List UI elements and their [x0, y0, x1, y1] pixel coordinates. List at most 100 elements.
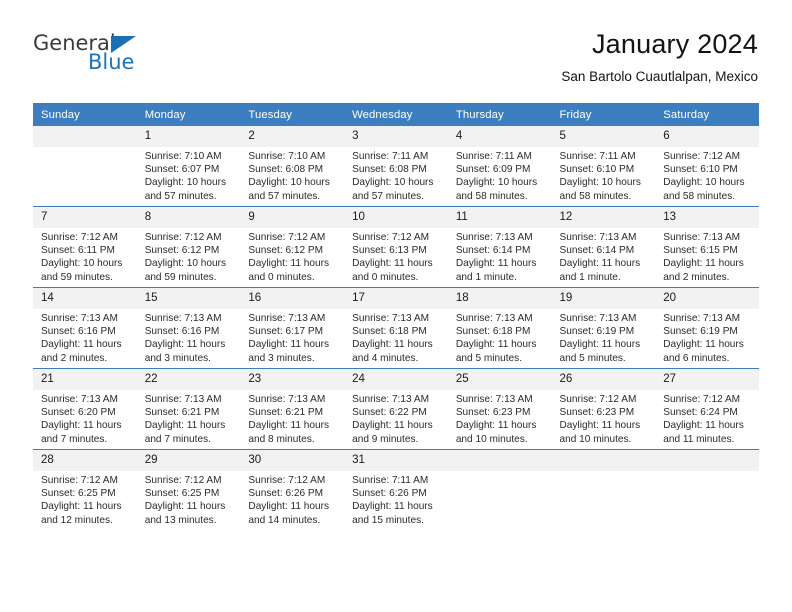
- calendar-day-cell[interactable]: 4 Sunrise: 7:11 AM Sunset: 6:09 PM Daylight…: [447, 126, 552, 207]
- sunrise-text: Sunrise: 7:12 AM: [41, 232, 118, 243]
- day-sun-info: Sunrise: 7:13 AM Sunset: 6:22 PM Daylight:…: [344, 390, 448, 446]
- sunrise-text: Sunrise: 7:13 AM: [144, 313, 222, 324]
- calendar-day-cell[interactable]: 30 Sunrise: 7:12 AM Sunset: 6:26 PM Dayligh…: [240, 449, 345, 530]
- weekday-header-tuesday: Tuesday: [240, 103, 345, 126]
- calendar-week-row: 14 Sunrise: 7:13 AM Sunset: 6:16 PM Dayligh…: [33, 287, 759, 369]
- calendar-day-cell[interactable]: 18 Sunrise: 7:13 AM Sunset: 6:18 PM Dayligh…: [447, 287, 552, 369]
- sunset-text: Sunset: 6:20 PM: [41, 407, 116, 419]
- day-number: 23: [240, 369, 345, 390]
- sunrise-text: Sunrise: 7:13 AM: [663, 313, 741, 324]
- page-title: January 2024: [591, 29, 758, 59]
- daylight-text-line2: and 5 minutes.: [559, 352, 626, 364]
- daylight-text-line1: Daylight: 11 hours: [144, 339, 226, 351]
- day-number: [655, 450, 759, 471]
- calendar-day-cell[interactable]: 10 Sunrise: 7:12 AM Sunset: 6:13 PM Dayligh…: [344, 206, 448, 288]
- sunset-text: Sunset: 6:25 PM: [41, 488, 116, 500]
- calendar-day-cell[interactable]: 11 Sunrise: 7:13 AM Sunset: 6:14 PM Dayligh…: [447, 206, 552, 288]
- calendar-week-row: 7 Sunrise: 7:12 AM Sunset: 6:11 PM Daylight…: [33, 206, 759, 288]
- day-sun-info: Sunrise: 7:12 AM Sunset: 6:11 PM Daylight:…: [33, 228, 137, 284]
- daylight-text-line1: Daylight: 11 hours: [248, 501, 330, 513]
- calendar-day-cell[interactable]: 25 Sunrise: 7:13 AM Sunset: 6:23 PM Dayligh…: [447, 368, 552, 450]
- calendar-day-cell[interactable]: 3 Sunrise: 7:11 AM Sunset: 6:08 PM Daylight…: [344, 126, 448, 207]
- sunrise-text: Sunrise: 7:13 AM: [559, 313, 637, 324]
- daylight-text-line1: Daylight: 11 hours: [559, 339, 641, 351]
- calendar-day-cell[interactable]: 28 Sunrise: 7:12 AM Sunset: 6:25 PM Dayligh…: [33, 449, 137, 530]
- sunset-text: Sunset: 6:12 PM: [248, 245, 324, 257]
- calendar-body: 1 Sunrise: 7:10 AM Sunset: 6:07 PM Daylight…: [33, 126, 759, 530]
- calendar-day-cell[interactable]: 9 Sunrise: 7:12 AM Sunset: 6:12 PM Daylight…: [240, 206, 345, 288]
- calendar-day-cell[interactable]: 22 Sunrise: 7:13 AM Sunset: 6:21 PM Dayligh…: [136, 368, 241, 450]
- day-sun-info: Sunrise: 7:12 AM Sunset: 6:12 PM Daylight:…: [137, 228, 241, 284]
- calendar-day-cell[interactable]: 1 Sunrise: 7:10 AM Sunset: 6:07 PM Daylight…: [136, 126, 241, 207]
- day-number: 22: [136, 369, 241, 390]
- day-number: 10: [344, 207, 448, 228]
- calendar-day-cell[interactable]: 31 Sunrise: 7:11 AM Sunset: 6:26 PM Dayligh…: [344, 449, 448, 530]
- day-number: 21: [33, 369, 137, 390]
- day-sun-info: Sunrise: 7:13 AM Sunset: 6:16 PM Daylight:…: [33, 309, 137, 365]
- calendar-day-cell[interactable]: 17 Sunrise: 7:13 AM Sunset: 6:18 PM Dayligh…: [344, 287, 448, 369]
- daylight-text-line1: Daylight: 11 hours: [455, 339, 537, 351]
- calendar-day-cell[interactable]: 2 Sunrise: 7:10 AM Sunset: 6:08 PM Daylight…: [240, 126, 345, 207]
- sunrise-text: Sunrise: 7:12 AM: [663, 394, 741, 405]
- weekday-header-thursday: Thursday: [447, 103, 552, 126]
- title-block: January 2024 San Bartolo Cuautlalpan, Me…: [561, 28, 758, 85]
- day-number: 4: [447, 126, 552, 147]
- daylight-text-line2: and 58 minutes.: [559, 190, 632, 202]
- day-number: [447, 450, 552, 471]
- calendar-day-cell[interactable]: 16 Sunrise: 7:13 AM Sunset: 6:17 PM Dayligh…: [240, 287, 345, 369]
- daylight-text-line1: Daylight: 11 hours: [41, 501, 122, 513]
- day-sun-info: Sunrise: 7:12 AM Sunset: 6:25 PM Daylight:…: [137, 471, 241, 527]
- calendar-day-cell[interactable]: 23 Sunrise: 7:13 AM Sunset: 6:21 PM Dayligh…: [240, 368, 345, 450]
- day-sun-info: Sunrise: 7:12 AM Sunset: 6:12 PM Daylight:…: [240, 228, 344, 284]
- daylight-text-line2: and 0 minutes.: [248, 271, 315, 283]
- calendar-day-cell[interactable]: 6 Sunrise: 7:12 AM Sunset: 6:10 PM Daylight…: [655, 126, 759, 207]
- day-number: 25: [447, 369, 552, 390]
- day-number: 5: [551, 126, 656, 147]
- day-number: 31: [344, 450, 448, 471]
- sunset-text: Sunset: 6:21 PM: [248, 407, 324, 419]
- sunrise-text: Sunrise: 7:10 AM: [144, 151, 222, 162]
- page-header: General Blue January 2024 San Bartolo Cu…: [0, 0, 792, 100]
- daylight-text-line2: and 58 minutes.: [455, 190, 528, 202]
- calendar-day-cell[interactable]: 24 Sunrise: 7:13 AM Sunset: 6:22 PM Dayligh…: [344, 368, 448, 450]
- calendar-day-cell[interactable]: 19 Sunrise: 7:13 AM Sunset: 6:19 PM Dayligh…: [551, 287, 656, 369]
- sunrise-text: Sunrise: 7:10 AM: [248, 151, 326, 162]
- calendar-day-cell[interactable]: 26 Sunrise: 7:12 AM Sunset: 6:23 PM Dayligh…: [551, 368, 656, 450]
- daylight-text-line1: Daylight: 11 hours: [663, 420, 744, 432]
- day-sun-info: Sunrise: 7:10 AM Sunset: 6:07 PM Daylight:…: [137, 147, 241, 203]
- calendar-day-cell[interactable]: 14 Sunrise: 7:13 AM Sunset: 6:16 PM Dayligh…: [33, 287, 137, 369]
- day-number: 7: [33, 207, 137, 228]
- calendar-day-cell[interactable]: 12 Sunrise: 7:13 AM Sunset: 6:14 PM Dayligh…: [551, 206, 656, 288]
- daylight-text-line2: and 7 minutes.: [41, 433, 108, 445]
- calendar-day-cell[interactable]: 5 Sunrise: 7:11 AM Sunset: 6:10 PM Daylight…: [551, 126, 656, 207]
- calendar-day-cell[interactable]: 15 Sunrise: 7:13 AM Sunset: 6:16 PM Dayligh…: [136, 287, 241, 369]
- day-sun-info: Sunrise: 7:12 AM Sunset: 6:26 PM Daylight:…: [240, 471, 344, 527]
- daylight-text-line1: Daylight: 10 hours: [144, 258, 227, 270]
- calendar-day-cell[interactable]: 27 Sunrise: 7:12 AM Sunset: 6:24 PM Dayligh…: [655, 368, 759, 450]
- sunrise-text: Sunrise: 7:12 AM: [352, 232, 429, 243]
- calendar-day-cell[interactable]: 7 Sunrise: 7:12 AM Sunset: 6:11 PM Daylight…: [33, 206, 137, 288]
- sunrise-text: Sunrise: 7:11 AM: [352, 475, 429, 486]
- calendar-day-cell[interactable]: 29 Sunrise: 7:12 AM Sunset: 6:25 PM Dayligh…: [136, 449, 241, 530]
- calendar-day-cell[interactable]: 20 Sunrise: 7:13 AM Sunset: 6:19 PM Dayligh…: [655, 287, 759, 369]
- day-sun-info: Sunrise: 7:13 AM Sunset: 6:17 PM Daylight:…: [240, 309, 344, 365]
- weekday-header-wednesday: Wednesday: [344, 103, 448, 126]
- sunset-text: Sunset: 6:23 PM: [559, 407, 635, 419]
- sunset-text: Sunset: 6:19 PM: [559, 326, 635, 338]
- general-blue-logo[interactable]: General Blue: [33, 33, 233, 83]
- daylight-text-line2: and 7 minutes.: [144, 433, 211, 445]
- daylight-text-line1: Daylight: 10 hours: [455, 177, 538, 189]
- daylight-text-line1: Daylight: 11 hours: [352, 420, 433, 432]
- calendar-day-cell[interactable]: 13 Sunrise: 7:13 AM Sunset: 6:15 PM Dayligh…: [655, 206, 759, 288]
- day-sun-info: Sunrise: 7:10 AM Sunset: 6:08 PM Daylight:…: [240, 147, 344, 203]
- calendar-day-cell[interactable]: 8 Sunrise: 7:12 AM Sunset: 6:12 PM Daylight…: [136, 206, 241, 288]
- sunrise-text: Sunrise: 7:13 AM: [248, 394, 326, 405]
- daylight-text-line1: Daylight: 11 hours: [455, 258, 537, 270]
- daylight-text-line1: Daylight: 11 hours: [144, 501, 226, 513]
- sunrise-text: Sunrise: 7:12 AM: [559, 394, 637, 405]
- day-sun-info: Sunrise: 7:12 AM Sunset: 6:23 PM Daylight:…: [552, 390, 656, 446]
- calendar-day-cell[interactable]: 21 Sunrise: 7:13 AM Sunset: 6:20 PM Dayligh…: [33, 368, 137, 450]
- day-sun-info: Sunrise: 7:12 AM Sunset: 6:24 PM Daylight:…: [655, 390, 759, 446]
- daylight-text-line1: Daylight: 11 hours: [248, 420, 330, 432]
- day-number: 30: [240, 450, 345, 471]
